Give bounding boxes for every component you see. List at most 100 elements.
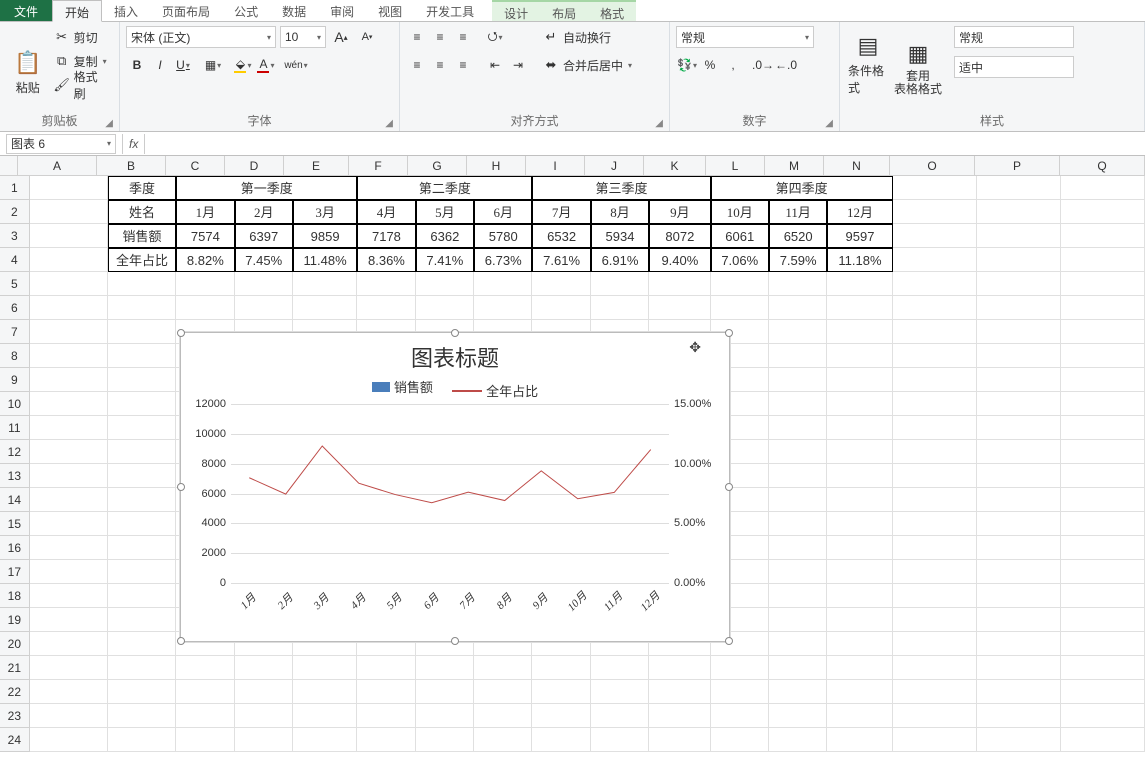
cell-L4[interactable]: 7.06% [711,248,769,272]
cell-M13[interactable] [769,464,827,488]
col-header-B[interactable]: B [97,156,166,175]
cell-O18[interactable] [893,584,977,608]
cell-N13[interactable] [827,464,892,488]
cell-E4[interactable]: 11.48% [293,248,357,272]
tab-file[interactable]: 文件 [0,0,52,21]
cell-A6[interactable] [30,296,108,320]
cell-D22[interactable] [235,680,293,704]
paste-button[interactable]: 📋 粘贴 [6,26,50,98]
cell-O1[interactable] [893,176,977,200]
cell-N3[interactable]: 9597 [827,224,892,248]
row-header-24[interactable]: 24 [0,728,30,752]
cell-A12[interactable] [30,440,108,464]
cell-P8[interactable] [977,344,1061,368]
wrap-text-button[interactable]: ↵自动换行 [539,26,636,48]
cell-B21[interactable] [108,656,176,680]
cell-style-mid[interactable]: 适中 [954,56,1074,78]
cell-Q19[interactable] [1061,608,1145,632]
cell-N22[interactable] [827,680,892,704]
row-header-5[interactable]: 5 [0,272,30,296]
align-bottom-button[interactable]: ≡ [452,26,474,48]
cell-H22[interactable] [474,680,532,704]
cell-F24[interactable] [357,728,415,752]
italic-button[interactable]: I [149,54,171,76]
col-header-K[interactable]: K [644,156,706,175]
cell-Q1[interactable] [1061,176,1145,200]
cell-J24[interactable] [591,728,649,752]
row-header-17[interactable]: 17 [0,560,30,584]
cell-F22[interactable] [357,680,415,704]
cell-I3[interactable]: 6532 [532,224,590,248]
cell-P6[interactable] [977,296,1061,320]
cell-P4[interactable] [977,248,1061,272]
chart-object[interactable]: ✥ 图表标题 销售额 全年占比 020004000600080001000012… [180,332,730,642]
cell-Q24[interactable] [1061,728,1145,752]
cell-K2[interactable]: 9月 [649,200,710,224]
cell-E24[interactable] [293,728,357,752]
cell-style-normal[interactable]: 常规 [954,26,1074,48]
cell-I1[interactable]: 第三季度 [532,176,710,200]
cell-B6[interactable] [108,296,176,320]
cell-M15[interactable] [769,512,827,536]
cell-J6[interactable] [591,296,649,320]
cell-N10[interactable] [827,392,892,416]
cell-P15[interactable] [977,512,1061,536]
number-launcher[interactable]: ◢ [825,118,833,129]
cell-L2[interactable]: 10月 [711,200,769,224]
cell-L21[interactable] [711,656,769,680]
cell-P20[interactable] [977,632,1061,656]
cell-M6[interactable] [769,296,827,320]
cell-A1[interactable] [30,176,108,200]
font-size-combo[interactable]: 10▾ [280,26,326,48]
cell-F2[interactable]: 4月 [357,200,415,224]
cell-A15[interactable] [30,512,108,536]
cell-A5[interactable] [30,272,108,296]
cell-A19[interactable] [30,608,108,632]
cut-button[interactable]: ✂剪切 [50,26,113,48]
cell-Q13[interactable] [1061,464,1145,488]
cell-B17[interactable] [108,560,176,584]
cell-I24[interactable] [532,728,590,752]
cell-J4[interactable]: 6.91% [591,248,649,272]
cell-K4[interactable]: 9.40% [649,248,710,272]
row-header-20[interactable]: 20 [0,632,30,656]
resize-handle-b[interactable] [451,637,459,645]
cell-A11[interactable] [30,416,108,440]
tab-home[interactable]: 开始 [52,0,102,22]
cell-Q2[interactable] [1061,200,1145,224]
cell-A20[interactable] [30,632,108,656]
cell-L1[interactable]: 第四季度 [711,176,893,200]
cell-B2[interactable]: 姓名 [108,200,176,224]
cell-H23[interactable] [474,704,532,728]
cell-B18[interactable] [108,584,176,608]
row-header-16[interactable]: 16 [0,536,30,560]
formula-input[interactable] [145,134,1145,154]
cell-Q16[interactable] [1061,536,1145,560]
cell-N9[interactable] [827,368,892,392]
cell-A7[interactable] [30,320,108,344]
cell-P18[interactable] [977,584,1061,608]
name-box[interactable]: 图表 6▾ [6,134,116,154]
cell-A10[interactable] [30,392,108,416]
cell-N16[interactable] [827,536,892,560]
cell-D24[interactable] [235,728,293,752]
cell-I6[interactable] [532,296,590,320]
row-header-1[interactable]: 1 [0,176,30,200]
cell-J21[interactable] [591,656,649,680]
cell-O3[interactable] [893,224,977,248]
cell-C21[interactable] [176,656,234,680]
col-header-D[interactable]: D [225,156,284,175]
cell-O11[interactable] [893,416,977,440]
orientation-button[interactable]: ⭯▾ [484,26,506,48]
cell-A23[interactable] [30,704,108,728]
resize-handle-tl[interactable] [177,329,185,337]
align-top-button[interactable]: ≡ [406,26,428,48]
cell-A3[interactable] [30,224,108,248]
cell-N23[interactable] [827,704,892,728]
row-header-4[interactable]: 4 [0,248,30,272]
cell-M20[interactable] [769,632,827,656]
cell-O9[interactable] [893,368,977,392]
cell-Q6[interactable] [1061,296,1145,320]
cell-F4[interactable]: 8.36% [357,248,415,272]
cell-O21[interactable] [893,656,977,680]
